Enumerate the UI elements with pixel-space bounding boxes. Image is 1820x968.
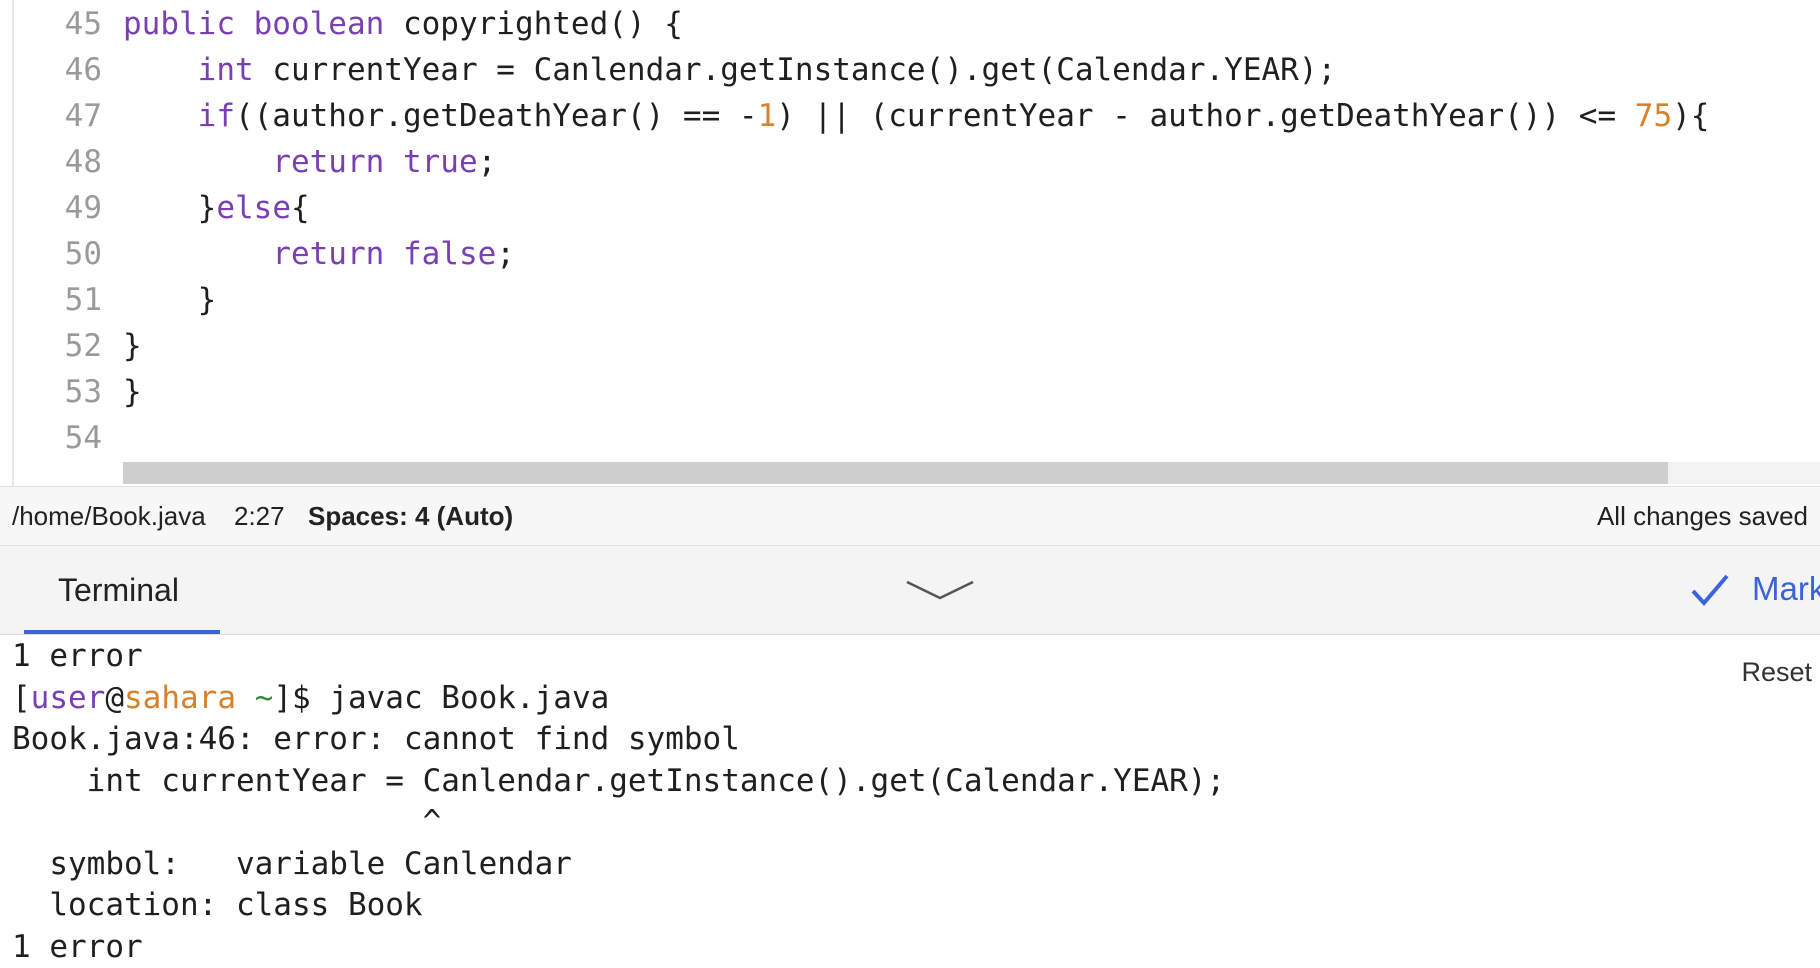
tab-terminal-label: Terminal	[58, 572, 179, 608]
terminal-line: 1 error	[12, 926, 143, 968]
terminal-token: 1 error	[12, 928, 143, 965]
terminal-token: 1 error	[12, 638, 143, 674]
line-code: int currentYear = Canlendar.getInstance(…	[123, 47, 1337, 93]
collapse-toggle-button[interactable]	[905, 576, 975, 606]
code-editor[interactable]: 45 public boolean copyrighted() { 46 int c…	[0, 0, 1820, 486]
line-code: }	[123, 323, 142, 369]
terminal-output[interactable]: 1 error [user@sahara ~]$ javac Book.java B…	[0, 635, 1820, 968]
terminal-line: ^	[12, 801, 442, 843]
code-token: }	[123, 282, 217, 318]
line-number: 46	[64, 52, 102, 88]
terminal-token: ~	[254, 679, 274, 716]
terminal-token: sahara	[124, 679, 236, 716]
file-path: /home/Book.java	[12, 501, 206, 531]
code-token: public boolean	[123, 6, 385, 42]
terminal-token: user	[30, 679, 106, 716]
checkmark-icon	[1691, 574, 1729, 607]
line-code: if((author.getDeathYear() == -1) || (cur…	[123, 93, 1710, 139]
code-token: }	[123, 374, 142, 410]
line-number: 45	[64, 6, 102, 42]
code-token: ) || (currentYear - author.getDeathYear(…	[776, 98, 1635, 134]
line-number: 52	[64, 328, 102, 364]
line-code: }	[123, 277, 217, 323]
indentation-setting[interactable]: Spaces: 4 (Auto)	[308, 501, 513, 532]
code-token: {	[290, 190, 310, 226]
code-token: }	[123, 328, 142, 364]
line-number: 49	[64, 190, 102, 226]
terminal-token: int currentYear = Canlendar.getInstance(…	[12, 762, 1226, 799]
save-status: All changes saved	[1596, 501, 1808, 531]
code-token: return true	[272, 144, 478, 180]
reset-button[interactable]: Reset	[1741, 657, 1812, 688]
terminal-token: @	[105, 679, 124, 716]
code-token: ((author.getDeathYear() == -	[234, 98, 758, 134]
cursor-position: 2:27	[234, 501, 285, 531]
code-token: ;	[496, 236, 515, 272]
line-code: return true;	[123, 139, 496, 185]
line-code: }	[123, 369, 142, 415]
terminal-line: [user@sahara ~]$ javac Book.java	[12, 677, 609, 719]
terminal-line: location: class Book	[12, 884, 423, 926]
line-number: 51	[64, 282, 102, 318]
terminal-line: symbol: variable Canlendar	[12, 843, 572, 885]
code-token: currentYear = Canlendar.getInstance().ge…	[253, 52, 1337, 88]
terminal-line: 1 error	[12, 635, 143, 677]
terminal-line: int currentYear = Canlendar.getInstance(…	[12, 760, 1226, 802]
line-code: public boolean copyrighted() {	[123, 1, 683, 47]
editor-border	[12, 0, 14, 486]
terminal-token: symbol: variable Canlendar	[12, 845, 572, 882]
code-token: else	[216, 190, 291, 226]
code-token: 75	[1634, 98, 1673, 134]
terminal-header: Terminal Mark	[0, 546, 1820, 635]
chevron-down-icon	[906, 580, 974, 600]
terminal-token: [	[12, 679, 31, 716]
line-code: }else{	[123, 185, 310, 231]
mark-button-label: Mark	[1752, 570, 1820, 607]
status-bar: /home/Book.java 2:27 Spaces: 4 (Auto) Al…	[0, 486, 1820, 546]
terminal-token: Book.java:46: error: cannot find symbol	[12, 721, 740, 757]
terminal-token: ^	[12, 804, 442, 840]
terminal-token: location: class Book	[12, 887, 423, 923]
code-token: return false	[272, 236, 497, 272]
code-token: 1	[757, 98, 777, 134]
line-number: 50	[64, 236, 102, 272]
code-token: if	[197, 98, 235, 134]
code-token: ;	[477, 144, 497, 180]
code-token: ){	[1672, 98, 1710, 134]
terminal-token: ]$ javac Book.java	[273, 679, 610, 716]
line-number: 54	[64, 420, 102, 456]
tab-terminal[interactable]: Terminal	[24, 546, 220, 634]
line-code: return false;	[123, 231, 515, 277]
active-tab-indicator	[24, 630, 220, 634]
code-token: copyrighted() {	[384, 6, 683, 42]
horizontal-scrollbar[interactable]	[123, 462, 1668, 484]
code-token: }	[123, 190, 217, 226]
code-token: int	[197, 52, 254, 88]
line-number: 47	[64, 98, 102, 134]
line-number: 48	[64, 144, 102, 180]
terminal-line: Book.java:46: error: cannot find symbol	[12, 718, 740, 760]
line-number: 53	[64, 374, 102, 410]
